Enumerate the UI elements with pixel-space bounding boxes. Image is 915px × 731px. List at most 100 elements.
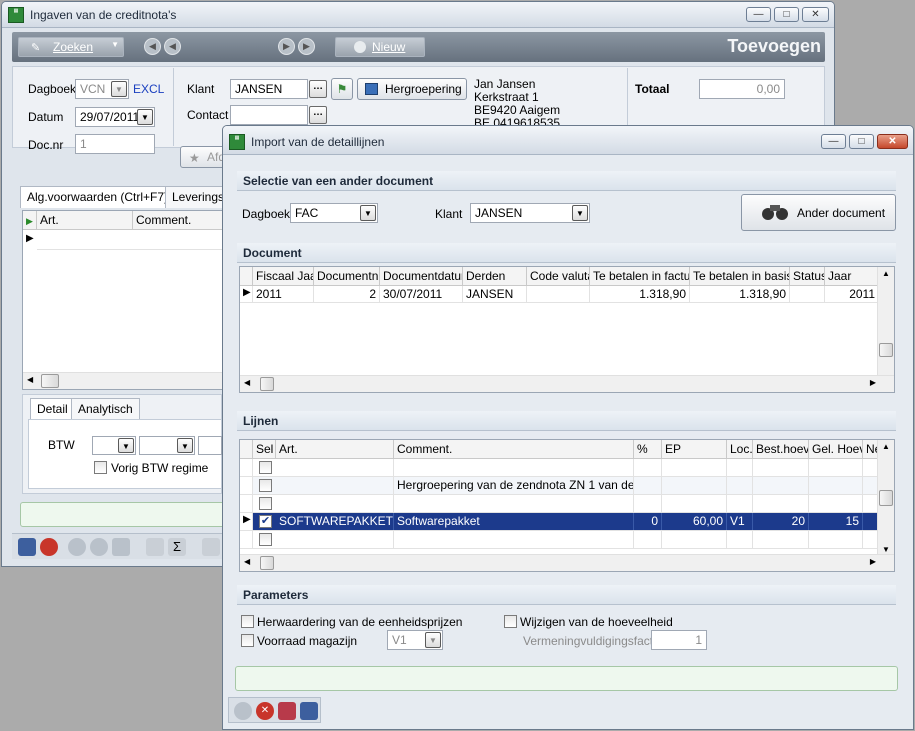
doc-col-status[interactable]: Status (790, 267, 825, 286)
search-button[interactable]: Zoeken ▼ ✎ (18, 37, 124, 57)
lijnen-col-comment[interactable]: Comment. (394, 440, 634, 459)
tab-analytisch[interactable]: Analytisch (71, 398, 140, 420)
vorig-btw-checkbox[interactable] (94, 461, 107, 474)
doc-col-te-betalen-basis[interactable]: Te betalen in basisv (690, 267, 790, 286)
doc-col-fiscaal-jaar[interactable]: Fiscaal Jaar (253, 267, 314, 286)
chevron-down-icon[interactable]: ▼ (177, 438, 193, 453)
cancel-icon[interactable] (40, 538, 58, 556)
btw-select-2[interactable]: ▼ (139, 436, 195, 455)
lijnen-col-sel[interactable]: Sel (253, 440, 276, 459)
lijnen-col-art[interactable]: Art. (276, 440, 394, 459)
btw-select-1[interactable]: ▼ (92, 436, 136, 455)
doc-col-derden[interactable]: Derden (463, 267, 527, 286)
main-lines-grid[interactable]: ▶ Art. Comment. ▶ ◀ (22, 210, 232, 390)
contact-field[interactable] (230, 105, 308, 125)
datum-field[interactable]: 29/07/2011 ▼ (75, 107, 155, 127)
dialog-maximize-button[interactable]: □ (849, 134, 874, 149)
dlg-klant-select[interactable]: JANSEN ▼ (470, 203, 590, 223)
last-record-button[interactable]: ▶ (298, 38, 315, 55)
scroll-down-icon[interactable]: ▼ (882, 545, 890, 554)
lijnen-col-gel-hoev[interactable]: Gel. Hoev (809, 440, 863, 459)
doc-col-code-valuta[interactable]: Code valuta (527, 267, 590, 286)
new-button[interactable]: Nieuw (335, 37, 425, 57)
lijnen-grid-hscroll[interactable]: ◀ ▶ (240, 554, 894, 571)
hergroepering-button[interactable]: Hergroepering (357, 78, 467, 100)
table-row[interactable]: ▶ ✔ SOFTWAREPAKKET Softwarepakket 0 60,00 V1 20… (240, 513, 880, 531)
chevron-down-icon[interactable]: ▼ (118, 438, 134, 453)
table-row[interactable]: Hergroepering van de zendnota ZN 1 van d… (240, 477, 880, 495)
btw-select-3[interactable] (198, 436, 222, 455)
lijnen-col-loc[interactable]: Loc. (727, 440, 753, 459)
scroll-thumb[interactable] (260, 556, 274, 570)
lijnen-grid-vscroll[interactable]: ▲ ▼ (877, 440, 894, 556)
chevron-down-icon[interactable]: ▼ (425, 632, 441, 648)
scroll-thumb[interactable] (879, 343, 893, 357)
magazijn-select[interactable]: V1 ▼ (387, 630, 443, 650)
klant-info-button[interactable]: ⚑ (331, 78, 353, 100)
scroll-thumb[interactable] (879, 490, 893, 506)
cancel-icon[interactable]: ✕ (256, 702, 274, 720)
row-select-checkbox[interactable] (259, 533, 272, 546)
table-icon[interactable] (300, 702, 318, 720)
save-icon[interactable] (18, 538, 36, 556)
wijzigen-checkbox[interactable] (504, 615, 517, 628)
scroll-left-icon[interactable]: ◀ (27, 375, 33, 384)
contact-lookup-button[interactable]: … (309, 106, 327, 124)
col-comment[interactable]: Comment. (133, 211, 231, 230)
dlg-dagboek-select[interactable]: FAC ▼ (290, 203, 378, 223)
lijnen-col-pct[interactable]: % (634, 440, 662, 459)
scroll-thumb[interactable] (260, 377, 274, 391)
scroll-up-icon[interactable]: ▲ (882, 269, 890, 278)
klant-lookup-button[interactable]: … (309, 80, 327, 98)
table-row[interactable] (240, 531, 880, 549)
scroll-left-icon[interactable]: ◀ (244, 557, 250, 566)
lijnen-col-ep[interactable]: EP (662, 440, 727, 459)
doc-grid-vscroll[interactable]: ▲ (877, 267, 894, 376)
sum-icon[interactable]: Σ (168, 538, 186, 556)
row-select-checkbox[interactable] (259, 497, 272, 510)
main-grid-hscroll[interactable]: ◀ (23, 372, 231, 389)
klant-field[interactable]: JANSEN (230, 79, 308, 99)
maximize-button[interactable]: □ (774, 7, 799, 22)
table-row[interactable] (240, 459, 880, 477)
doc-grid-hscroll[interactable]: ◀ ▶ (240, 375, 894, 392)
doc-col-documentnr[interactable]: Documentnr. (314, 267, 380, 286)
tab-leverings[interactable]: Leverings (165, 186, 225, 208)
dialog-minimize-button[interactable]: — (821, 134, 846, 149)
scroll-right-icon[interactable]: ▶ (870, 378, 876, 387)
voorraad-checkbox[interactable] (241, 634, 254, 647)
dagboek-select[interactable]: VCN ▼ (75, 79, 129, 99)
first-icon[interactable] (68, 538, 86, 556)
first-record-button[interactable]: ◀ (164, 38, 181, 55)
dialog-close-button[interactable]: ✕ (877, 134, 908, 149)
minimize-button[interactable]: — (746, 7, 771, 22)
scroll-thumb[interactable] (41, 374, 59, 388)
tab-detail[interactable]: Detail (30, 398, 75, 420)
herwaardering-checkbox[interactable] (241, 615, 254, 628)
lock-icon[interactable] (112, 538, 130, 556)
list-icon[interactable] (278, 702, 296, 720)
doc-col-documentdatum[interactable]: Documentdatum (380, 267, 463, 286)
link-icon[interactable] (234, 702, 252, 720)
lijnen-col-best-hoev[interactable]: Best.hoev. (753, 440, 809, 459)
table-row[interactable]: ▶ 2011 2 30/07/2011 JANSEN 1.318,90 1.31… (240, 286, 880, 303)
row-select-checkbox[interactable] (259, 479, 272, 492)
ander-document-button[interactable]: Ander document (741, 194, 896, 231)
print-icon[interactable] (202, 538, 220, 556)
chevron-down-icon[interactable]: ▼ (572, 205, 588, 221)
tab-alg-voorwaarden[interactable]: Alg.voorwaarden (Ctrl+F7) (20, 186, 176, 208)
table-row[interactable] (240, 495, 880, 513)
scroll-left-icon[interactable]: ◀ (244, 378, 250, 387)
close-button[interactable]: ✕ (802, 7, 829, 22)
factor-field[interactable]: 1 (651, 630, 707, 650)
calendar-dropdown-icon[interactable]: ▼ (137, 109, 153, 125)
next-record-button[interactable]: ▶ (278, 38, 295, 55)
doc-col-te-betalen-factuur[interactable]: Te betalen in factuu (590, 267, 690, 286)
prev-icon[interactable] (90, 538, 108, 556)
chevron-down-icon[interactable]: ▼ (111, 81, 127, 97)
document-grid[interactable]: Fiscaal Jaar Documentnr. Documentdatum D… (239, 266, 895, 393)
document-icon[interactable] (146, 538, 164, 556)
docnr-field[interactable]: 1 (75, 134, 155, 154)
row-select-checkbox[interactable]: ✔ (259, 515, 272, 528)
chevron-down-icon[interactable]: ▼ (360, 205, 376, 221)
